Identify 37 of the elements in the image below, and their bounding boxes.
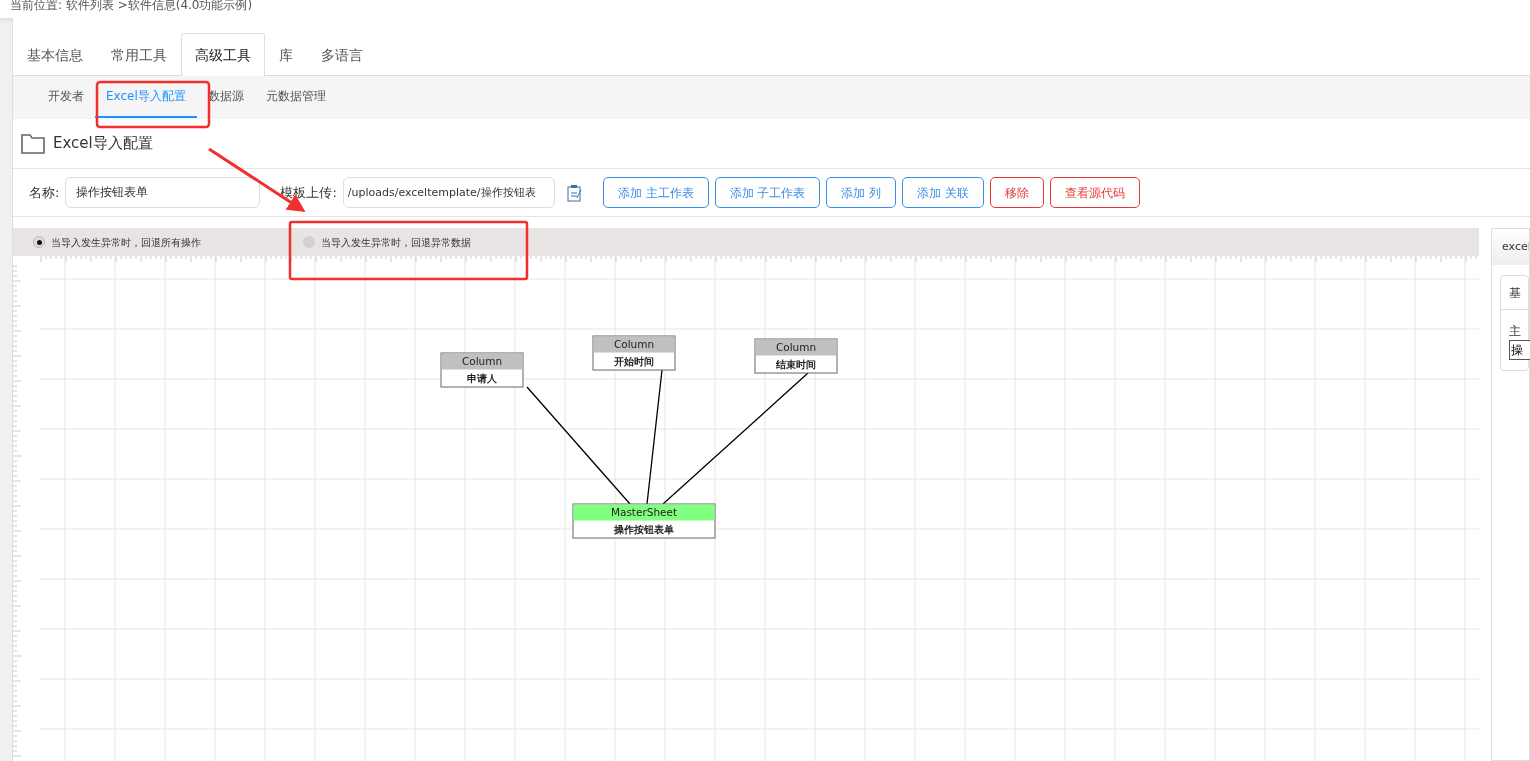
clipboard-icon[interactable] xyxy=(566,183,583,202)
panel-tab[interactable]: 基 xyxy=(1501,276,1528,310)
diagram-node[interactable]: Column 开始时间 xyxy=(592,335,676,371)
tab[interactable]: 常用工具 xyxy=(97,33,181,75)
name-field[interactable]: 操作按钮表单 xyxy=(65,177,261,208)
radio-option[interactable]: 当导入发生异常时，回退所有操作 xyxy=(13,234,283,250)
subtab[interactable]: 开发者 xyxy=(37,76,95,118)
toolbar-button[interactable]: 添加 主工作表 xyxy=(602,177,709,208)
input-field[interactable]: 操 xyxy=(1509,340,1530,360)
tab[interactable]: 库 xyxy=(265,33,307,75)
toolbar-button[interactable]: 添加 关联 xyxy=(902,177,985,208)
radio-button[interactable] xyxy=(33,236,45,248)
node-type: MasterSheet xyxy=(610,506,678,518)
node-name: 开始时间 xyxy=(614,356,654,367)
toolbar-button[interactable]: 添加 列 xyxy=(826,177,897,208)
node-type: Column xyxy=(461,355,503,367)
field-label: 主 xyxy=(1508,323,1522,340)
radio-option[interactable]: 当导入发生异常时，回退异常数据 xyxy=(283,234,553,250)
node-name: 结束时间 xyxy=(776,359,816,370)
toolbar-button[interactable]: 查看源代码 xyxy=(1050,177,1141,208)
toolbar-button[interactable]: 添加 子工作表 xyxy=(714,177,821,208)
tab[interactable]: 多语言 xyxy=(307,33,377,75)
node-name: 操作按钮表单 xyxy=(614,524,674,535)
file-path-field[interactable]: /uploads/exceltemplate/操作按钮表 xyxy=(342,177,555,208)
diagram-node[interactable]: Column 申请人 xyxy=(440,352,524,388)
field-label: 名称: xyxy=(29,183,60,202)
section-title: Excel导入配置 xyxy=(53,133,153,155)
folder-icon xyxy=(21,133,45,154)
node-name: 申请人 xyxy=(467,373,497,384)
node-type: Column xyxy=(613,338,655,350)
toolbar-button[interactable]: 移除 xyxy=(990,177,1045,208)
tab[interactable]: 高级工具 xyxy=(181,33,265,76)
diagram-node[interactable]: MasterSheet 操作按钮表单 xyxy=(572,503,716,539)
subtab[interactable]: 元数据管理 xyxy=(254,76,337,118)
diagram-node[interactable]: Column 结束时间 xyxy=(754,338,838,374)
tab[interactable]: 基本信息 xyxy=(13,33,97,75)
node-type: Column xyxy=(775,341,817,353)
